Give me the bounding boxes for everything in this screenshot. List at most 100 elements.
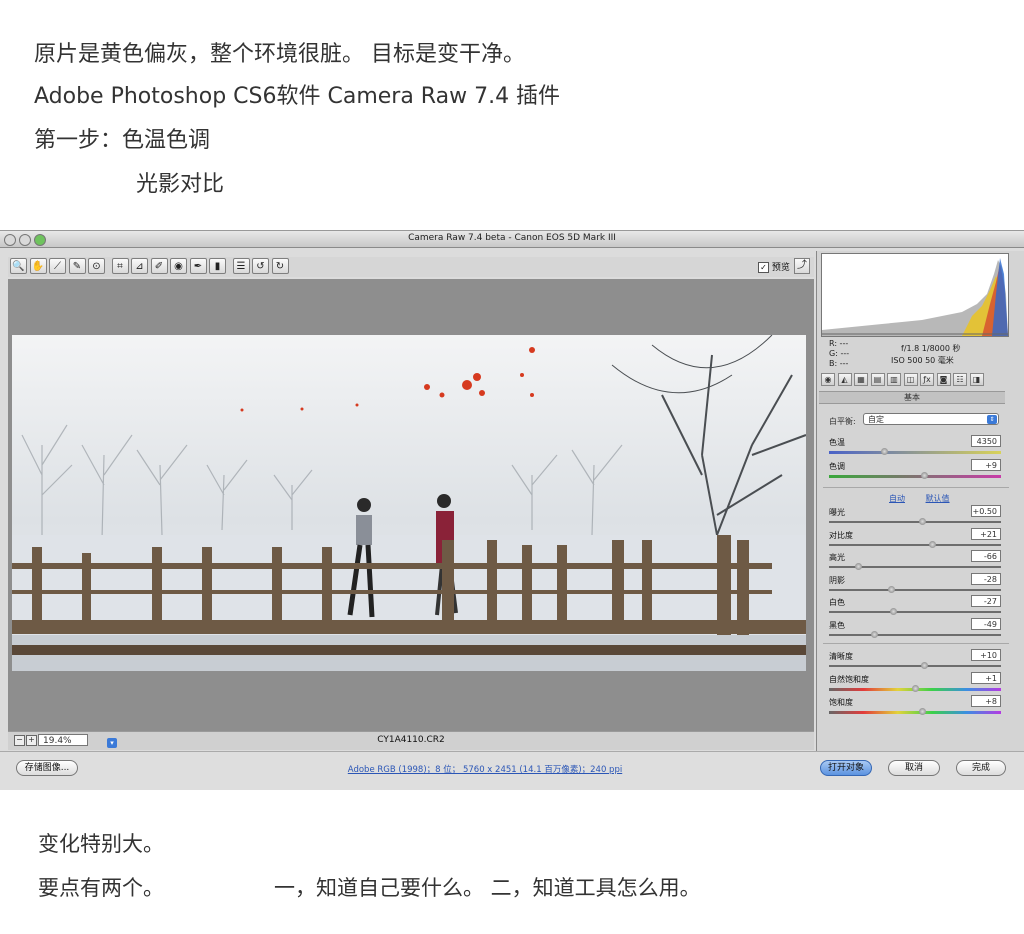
intro-line-2: Adobe Photoshop CS6软件 Camera Raw 7.4 插件 — [34, 84, 561, 109]
tint-slider[interactable] — [829, 475, 1001, 478]
camera-raw-window: Camera Raw 7.4 beta - Canon EOS 5D Mark … — [0, 230, 1024, 790]
clarity-value-input[interactable]: +10 — [971, 649, 1001, 661]
highlights-value-input[interactable]: -66 — [971, 550, 1001, 562]
blue-readout: B: --- — [829, 359, 849, 368]
cancel-button[interactable]: 取消 — [888, 760, 940, 776]
default-link[interactable]: 默认值 — [926, 494, 950, 503]
target-adjust-tool-button[interactable]: ⊙ — [88, 258, 105, 274]
white-balance-select[interactable]: 自定 ⇕ — [863, 413, 999, 425]
saturation-slider-thumb[interactable] — [918, 708, 926, 715]
divider — [823, 643, 1009, 644]
outro-line-2b: 一，知道自己要什么。 二，知道工具怎么用。 — [274, 876, 701, 900]
blacks-label: 黑色 — [829, 620, 845, 630]
whites-slider-thumb[interactable] — [889, 608, 897, 615]
exposure-slider[interactable] — [829, 521, 1001, 523]
iso-readout: ISO 500 50 毫米 — [891, 356, 954, 365]
tint-value-input[interactable]: +9 — [971, 459, 1001, 471]
saturation-value-input[interactable]: +8 — [971, 695, 1001, 707]
whites-slider[interactable] — [829, 611, 1001, 613]
blacks-slider[interactable] — [829, 633, 1001, 636]
crop-tool-button[interactable]: ⌗ — [111, 258, 129, 274]
intro-line-1: 原片是黄色偏灰，整个环境很脏。 目标是变干净。 — [34, 42, 525, 67]
intro-line-4: 光影对比 — [136, 172, 225, 197]
fullscreen-icon: ⤴ — [797, 260, 807, 271]
temp-slider[interactable] — [829, 451, 1001, 454]
green-readout: G: --- — [829, 349, 850, 358]
rotate-right-tool-button[interactable]: ↻ — [271, 258, 289, 274]
detail-tab-icon[interactable]: ▦ — [854, 373, 868, 386]
tone-curve-tab-icon[interactable]: ◭ — [837, 373, 852, 386]
effects-tab-icon[interactable]: ƒx — [920, 373, 934, 386]
whites-label: 白色 — [829, 598, 845, 607]
white-balance-tool-button[interactable]: ⟋ — [49, 258, 66, 274]
clarity-label: 清晰度 — [829, 652, 853, 661]
adjustment-brush-tool-button[interactable]: ✒ — [189, 258, 207, 274]
split-toning-tab-icon[interactable]: ▥ — [887, 373, 901, 386]
histogram — [821, 253, 1009, 337]
hand-tool-button[interactable]: ✋ — [29, 258, 47, 274]
temp-value-input[interactable]: 4350 — [971, 435, 1001, 447]
temp-slider-thumb[interactable] — [881, 448, 889, 455]
lens-tab-icon[interactable]: ◫ — [903, 373, 918, 386]
camera-calibration-tab-icon[interactable]: ◙ — [936, 373, 951, 386]
adjustment-brush-icon: ✒ — [193, 261, 203, 272]
temp-label: 色温 — [829, 438, 845, 447]
photo-preview — [12, 335, 806, 671]
highlights-label: 高光 — [829, 553, 845, 562]
snapshots-tab-icon[interactable]: ◨ — [969, 373, 984, 386]
clarity-slider[interactable] — [829, 665, 1001, 667]
white-balance-label: 白平衡: — [829, 417, 856, 426]
contrast-slider[interactable] — [829, 543, 1001, 546]
exposure-label: 曝光 — [829, 508, 845, 517]
rotate-left-icon: ↺ — [256, 261, 265, 272]
highlights-slider-thumb[interactable] — [855, 563, 863, 570]
saturation-slider[interactable] — [829, 711, 1001, 714]
shadows-slider[interactable] — [829, 588, 1001, 591]
blacks-value-input[interactable]: -49 — [971, 617, 1001, 630]
preview-label: 预览 — [771, 263, 790, 273]
photo-illustration — [12, 335, 806, 671]
straighten-tool-button[interactable]: ⊿ — [131, 258, 148, 274]
divider — [823, 487, 1009, 488]
shadows-slider-thumb[interactable] — [887, 585, 895, 593]
zoom-tool-button[interactable]: 🔍 — [10, 258, 27, 274]
open-object-button[interactable]: 打开对象 — [820, 760, 872, 776]
zoom-icon: 🔍 — [12, 261, 25, 272]
graduated-filter-tool-button[interactable]: ▮ — [209, 258, 226, 274]
preferences-tool-button[interactable]: ☰ — [232, 258, 250, 274]
contrast-slider-thumb[interactable] — [929, 540, 937, 548]
white-balance-value: 自定 — [868, 415, 884, 424]
done-button[interactable]: 完成 — [956, 760, 1006, 776]
auto-link[interactable]: 自动 — [889, 494, 905, 503]
vibrance-value-input[interactable]: +1 — [971, 672, 1001, 684]
blacks-slider-thumb[interactable] — [870, 630, 878, 638]
color-sampler-tool-button[interactable]: ✎ — [68, 258, 86, 274]
spot-removal-tool-button[interactable]: ✐ — [150, 258, 168, 274]
shadows-value-input[interactable]: -28 — [971, 572, 1001, 585]
outro-line-1: 变化特别大。 — [38, 832, 164, 856]
vibrance-slider-thumb[interactable] — [912, 685, 919, 692]
panel-tabs: ◉ ◭ ▦ ▤ ▥ ◫ ƒx ◙ ☷ ◨ — [819, 373, 1005, 389]
red-eye-tool-button[interactable]: ◉ — [170, 258, 187, 274]
basic-tab-icon[interactable]: ◉ — [821, 373, 835, 386]
vibrance-label: 自然饱和度 — [829, 675, 869, 684]
toolbar: 🔍 ✋ ⟋ ✎ ⊙ ⌗ ⊿ ✐ ◉ ✒ ▮ ☰ ↺ ↻ ✓ 预览 ⤴ — [8, 257, 814, 277]
filename-label: CY1A4110.CR2 — [377, 735, 445, 745]
exposure-value-input[interactable]: +0.50 — [971, 505, 1001, 517]
crop-icon: ⌗ — [117, 261, 123, 272]
tint-slider-thumb[interactable] — [920, 472, 928, 479]
shadows-label: 阴影 — [829, 575, 845, 585]
clarity-slider-thumb[interactable] — [920, 662, 928, 669]
hsl-tab-icon[interactable]: ▤ — [870, 373, 885, 386]
whites-value-input[interactable]: -27 — [971, 595, 1001, 607]
straighten-icon: ⊿ — [135, 261, 144, 272]
presets-tab-icon[interactable]: ☷ — [953, 373, 967, 386]
fullscreen-button[interactable]: ⤴ — [794, 258, 810, 274]
preview-checkbox[interactable]: ✓ 预览 — [758, 260, 790, 273]
preferences-icon: ☰ — [236, 261, 246, 272]
contrast-value-input[interactable]: +21 — [971, 527, 1001, 540]
exposure-readout: f/1.8 1/8000 秒 — [901, 344, 961, 353]
image-canvas[interactable] — [8, 279, 814, 749]
exposure-slider-thumb[interactable] — [918, 518, 926, 525]
rotate-left-tool-button[interactable]: ↺ — [252, 258, 269, 274]
